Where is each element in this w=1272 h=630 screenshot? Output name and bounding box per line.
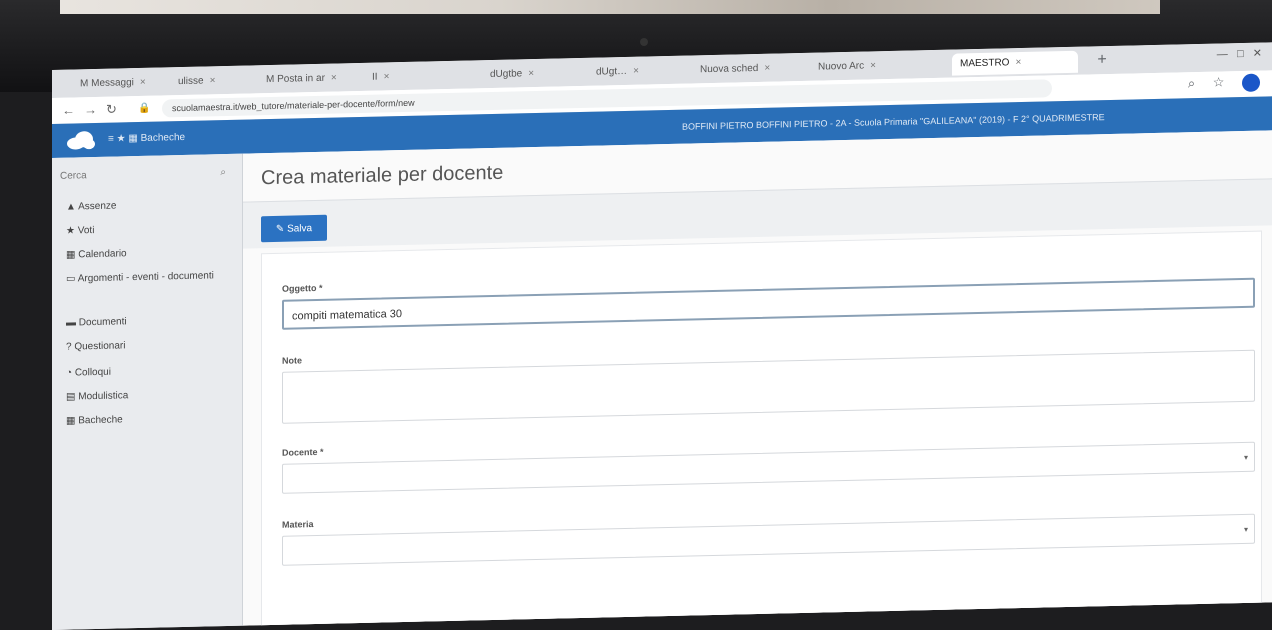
close-icon[interactable]: × <box>764 63 770 74</box>
materia-label: Materia <box>282 519 314 530</box>
browser-tab[interactable]: II × <box>364 65 470 89</box>
main-content: Crea materiale per docente ✎ Salva Ogget… <box>243 130 1272 630</box>
close-icon[interactable]: × <box>384 71 390 82</box>
browser-tab[interactable]: M Posta in ar × <box>258 67 374 92</box>
close-icon[interactable]: × <box>331 73 337 84</box>
close-icon[interactable]: × <box>1015 57 1021 68</box>
header-nav[interactable]: ≡ ★ ▦ Bacheche <box>108 132 185 145</box>
lock-icon: 🔒 <box>138 102 151 115</box>
sidebar-item-questionari[interactable]: ? Questionari <box>66 340 125 352</box>
cloud-logo-icon[interactable] <box>66 130 96 151</box>
browser-tab[interactable]: ulisse × <box>170 69 268 93</box>
sidebar-item-argomenti[interactable]: ▭ Argomenti - eventi - documenti <box>66 270 216 284</box>
close-icon[interactable]: × <box>528 68 534 79</box>
material-form: Oggetto * compiti matematica 30 Note Doc… <box>261 230 1262 630</box>
note-label: Note <box>282 355 302 366</box>
document-icon: ▬ <box>66 317 79 329</box>
close-icon[interactable]: × <box>633 66 639 77</box>
browser-tab[interactable]: dUgt… × <box>588 59 700 84</box>
reload-icon[interactable]: ↻ <box>106 102 117 118</box>
browser-tab[interactable]: dUgtbe × <box>482 62 598 87</box>
materia-select[interactable]: ▾ <box>282 513 1255 566</box>
browser-tab-active[interactable]: MAESTRO × <box>952 50 1078 76</box>
window-controls[interactable]: — □ ✕ <box>1217 47 1262 61</box>
webcam <box>640 38 648 46</box>
sidebar: Cerca ⌕ ▲ Assenze ★ Voti ▦ Calendario ▭ … <box>52 153 243 630</box>
forward-icon[interactable]: → <box>84 102 97 117</box>
sidebar-item-calendario[interactable]: ▦ Calendario <box>66 248 127 260</box>
docente-select[interactable]: ▾ <box>282 441 1255 494</box>
dropdown-icon: ▾ <box>1243 524 1248 534</box>
star-icon[interactable]: ☆ <box>1213 75 1225 90</box>
chat-icon: ◔ <box>66 367 75 379</box>
board-icon: ▦ <box>66 415 79 427</box>
back-icon[interactable]: ← <box>62 102 75 117</box>
browser-tab[interactable]: Nuovo Arc × <box>810 54 926 79</box>
search-input[interactable]: Cerca ⌕ <box>60 164 230 186</box>
browser-tab[interactable]: Nuova sched × <box>692 57 818 82</box>
calendar-icon: ▦ <box>66 249 79 261</box>
page-title: Crea materiale per docente <box>261 161 504 190</box>
edit-icon: ✎ <box>275 223 288 235</box>
address-bar-actions: ⌕ ☆ <box>1188 73 1260 94</box>
star-icon: ★ <box>66 225 78 237</box>
user-icon: ▲ <box>66 201 79 213</box>
close-icon[interactable]: × <box>140 77 146 88</box>
save-button[interactable]: ✎ Salva <box>261 214 327 243</box>
new-tab-button[interactable]: + <box>1092 50 1112 70</box>
sidebar-item-modulistica[interactable]: ▤ Modulistica <box>66 390 128 402</box>
close-icon[interactable]: × <box>210 75 216 86</box>
profile-avatar[interactable] <box>1242 73 1260 92</box>
user-info: BOFFINI PIETRO BOFFINI PIETRO - 2A - Scu… <box>682 112 1105 132</box>
folder-icon: ▭ <box>66 273 78 285</box>
search-icon[interactable]: ⌕ <box>1188 75 1195 90</box>
docente-label: Docente * <box>282 446 324 458</box>
sidebar-item-documenti[interactable]: ▬ Documenti <box>66 316 127 328</box>
dropdown-icon: ▾ <box>1243 452 1248 462</box>
sidebar-item-bacheche[interactable]: ▦ Bacheche <box>66 414 123 426</box>
form-icon: ▤ <box>66 391 79 403</box>
browser-tab[interactable]: M Messaggi × <box>72 71 178 95</box>
oggetto-input[interactable]: compiti matematica 30 <box>282 277 1255 330</box>
close-icon[interactable]: × <box>870 60 876 71</box>
search-icon: ⌕ <box>220 167 226 179</box>
sidebar-item-colloqui[interactable]: ◔ Colloqui <box>66 367 111 379</box>
background-strip <box>60 0 1160 14</box>
sidebar-item-assenze[interactable]: ▲ Assenze <box>66 201 116 213</box>
sidebar-item-voti[interactable]: ★ Voti <box>66 225 94 237</box>
oggetto-label: Oggetto * <box>282 282 323 294</box>
browser-window: M Messaggi × ulisse × M Posta in ar × II × d… <box>52 42 1272 630</box>
note-textarea[interactable] <box>282 349 1255 424</box>
